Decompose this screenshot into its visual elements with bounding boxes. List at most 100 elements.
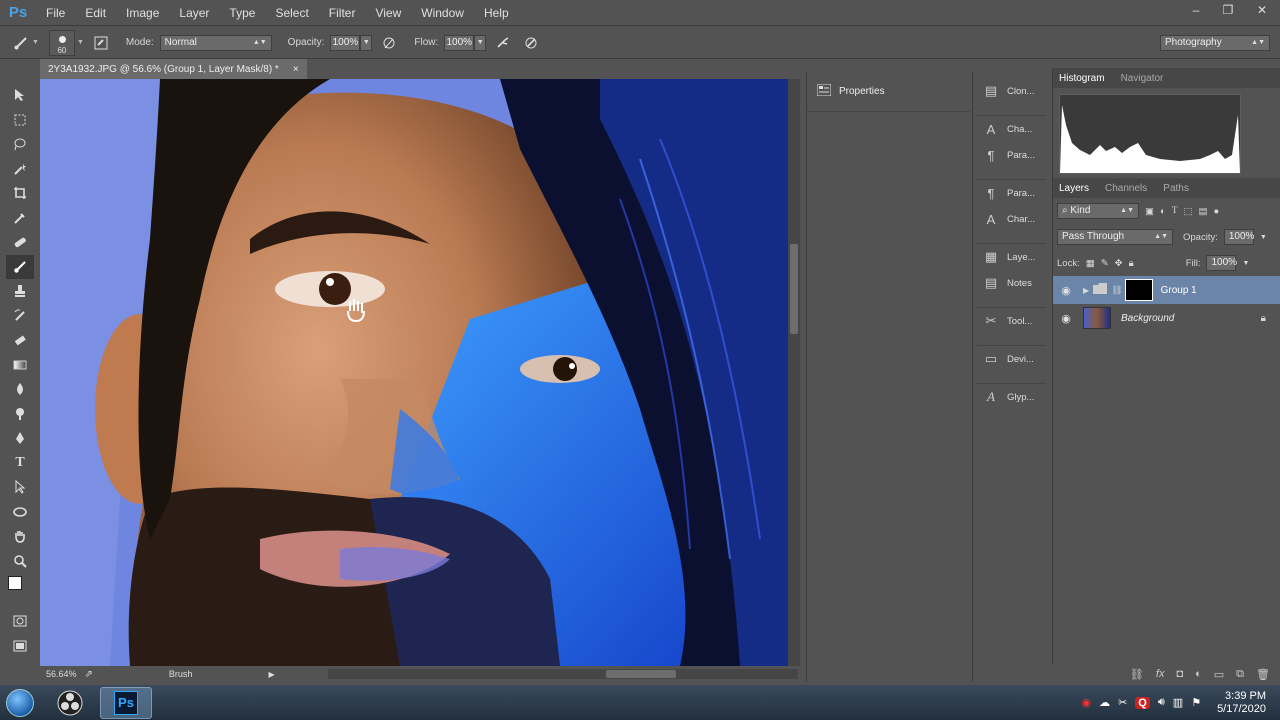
layer-row-background[interactable]: ◉ Background 🔒︎ bbox=[1053, 304, 1280, 332]
type-tool-icon[interactable]: T bbox=[6, 451, 34, 476]
filter-toggle-icon[interactable]: ● bbox=[1214, 206, 1220, 217]
add-mask-icon[interactable]: ◘ bbox=[1176, 668, 1183, 680]
vertical-scroll-thumb[interactable] bbox=[790, 244, 798, 334]
character-styles-panel-button[interactable]: A Char... bbox=[973, 206, 1050, 232]
move-tool-icon[interactable] bbox=[6, 83, 34, 108]
minimize-button[interactable]: – bbox=[1180, 0, 1212, 20]
filter-adjustment-icon[interactable]: ◐ bbox=[1160, 206, 1166, 217]
link-layers-icon[interactable]: ⛓ bbox=[1130, 668, 1144, 681]
delete-layer-icon[interactable]: 🗑︎ bbox=[1256, 668, 1270, 681]
menu-window[interactable]: Window bbox=[411, 0, 474, 26]
character-panel-button[interactable]: A Cha... bbox=[973, 116, 1050, 142]
pen-tool-icon[interactable] bbox=[6, 426, 34, 451]
marquee-tool-icon[interactable] bbox=[6, 108, 34, 133]
tab-layers[interactable]: Layers bbox=[1059, 183, 1089, 194]
mask-link-icon[interactable]: ⛓ bbox=[1111, 285, 1122, 296]
zoom-tool-icon[interactable] bbox=[6, 549, 34, 574]
filter-type-icon[interactable]: T bbox=[1172, 206, 1178, 216]
tab-channels[interactable]: Channels bbox=[1105, 183, 1147, 194]
ellipse-tool-icon[interactable] bbox=[6, 500, 34, 525]
menu-layer[interactable]: Layer bbox=[169, 0, 219, 26]
layer-row-group-1[interactable]: ◉ ▶ ⛓ Group 1 bbox=[1053, 276, 1280, 304]
layer-comps-panel-button[interactable]: ▦ Laye... bbox=[973, 244, 1050, 270]
close-tab-icon[interactable]: × bbox=[293, 64, 299, 75]
brush-panel-toggle-icon[interactable] bbox=[92, 34, 110, 52]
tab-paths[interactable]: Paths bbox=[1163, 183, 1189, 194]
paragraph-styles-panel-button[interactable]: ¶ Para... bbox=[973, 180, 1050, 206]
lock-all-icon[interactable]: 🔒︎ bbox=[1129, 258, 1134, 269]
menu-view[interactable]: View bbox=[365, 0, 411, 26]
tab-histogram[interactable]: Histogram bbox=[1059, 73, 1105, 84]
layer-filter-dropdown[interactable]: ⌕ Kind ▲▼ bbox=[1057, 203, 1139, 219]
filter-shape-icon[interactable]: ⬚ bbox=[1184, 206, 1193, 217]
layer-style-icon[interactable]: fx bbox=[1156, 668, 1165, 680]
history-brush-icon[interactable] bbox=[6, 304, 34, 329]
clone-source-panel-button[interactable]: ▤ Clon... bbox=[973, 78, 1050, 104]
notes-panel-button[interactable]: ▤ Notes bbox=[973, 270, 1050, 296]
chevron-down-icon[interactable]: ▼ bbox=[32, 39, 39, 46]
document-canvas[interactable] bbox=[40, 79, 788, 666]
crop-tool-icon[interactable] bbox=[6, 181, 34, 206]
blend-mode-dropdown[interactable]: Pass Through ▲▼ bbox=[1057, 229, 1173, 245]
glyphs-panel-button[interactable]: A Glyp... bbox=[973, 384, 1050, 410]
clone-stamp-icon[interactable] bbox=[6, 279, 34, 304]
menu-help[interactable]: Help bbox=[474, 0, 519, 26]
opacity-field[interactable]: 100% bbox=[330, 34, 361, 51]
visibility-eye-icon[interactable]: ◉ bbox=[1053, 284, 1079, 297]
gradient-tool-icon[interactable] bbox=[6, 353, 34, 378]
lock-transparent-icon[interactable]: ▦ bbox=[1086, 258, 1095, 269]
flow-field[interactable]: 100% bbox=[444, 34, 475, 51]
foreground-color-swatch[interactable] bbox=[8, 576, 22, 590]
zoom-level[interactable]: 56.64% bbox=[46, 669, 77, 679]
status-menu-arrow-icon[interactable]: ▶ bbox=[268, 670, 274, 679]
magic-wand-icon[interactable] bbox=[6, 157, 34, 182]
device-preview-panel-button[interactable]: ▭ Devi... bbox=[973, 346, 1050, 372]
layer-opacity-field[interactable]: 100% bbox=[1223, 229, 1254, 245]
tool-presets-panel-button[interactable]: ✂ Tool... bbox=[973, 308, 1050, 334]
eyedropper-icon[interactable] bbox=[6, 206, 34, 231]
visibility-eye-icon[interactable]: ◉ bbox=[1053, 312, 1079, 325]
lock-image-icon[interactable]: ✎ bbox=[1101, 258, 1109, 269]
dodge-tool-icon[interactable] bbox=[6, 402, 34, 427]
tab-navigator[interactable]: Navigator bbox=[1121, 73, 1164, 84]
brush-tool-icon[interactable] bbox=[6, 254, 34, 279]
start-button[interactable] bbox=[0, 685, 40, 720]
healing-brush-icon[interactable] bbox=[6, 230, 34, 255]
clock[interactable]: 3:39 PM 5/17/2020 bbox=[1209, 690, 1274, 716]
quick-mask-icon[interactable] bbox=[6, 609, 34, 634]
workspace-dropdown[interactable]: Photography ▲▼ bbox=[1160, 35, 1270, 51]
volume-icon[interactable]: 🔊︎ bbox=[1158, 696, 1165, 709]
screen-mode-icon[interactable] bbox=[6, 634, 34, 659]
filter-smart-object-icon[interactable]: ▤ bbox=[1199, 206, 1208, 217]
new-layer-icon[interactable]: ⧉ bbox=[1236, 668, 1244, 681]
opacity-slider-button[interactable]: ▼ bbox=[360, 34, 373, 51]
hand-tool-icon[interactable] bbox=[6, 524, 34, 549]
restore-button[interactable]: ❐ bbox=[1212, 0, 1244, 20]
action-center-icon[interactable]: ⚑ bbox=[1191, 696, 1201, 709]
filter-pixel-icon[interactable]: ▣ bbox=[1145, 206, 1154, 217]
pressure-opacity-icon[interactable] bbox=[380, 34, 398, 52]
flow-slider-button[interactable]: ▼ bbox=[474, 34, 487, 51]
paragraph-panel-button[interactable]: ¶ Para... bbox=[973, 142, 1050, 168]
horizontal-scrollbar[interactable] bbox=[328, 669, 798, 679]
fill-field[interactable]: 100% bbox=[1206, 255, 1237, 271]
menu-image[interactable]: Image bbox=[116, 0, 169, 26]
menu-edit[interactable]: Edit bbox=[75, 0, 116, 26]
close-button[interactable]: ✕ bbox=[1244, 0, 1280, 20]
menu-file[interactable]: File bbox=[36, 0, 75, 26]
path-selection-icon[interactable] bbox=[6, 475, 34, 500]
chevron-down-icon[interactable]: ▼ bbox=[1260, 234, 1267, 241]
layer-thumbnail[interactable] bbox=[1083, 307, 1111, 329]
brush-size-picker[interactable]: 60 bbox=[48, 29, 75, 56]
lock-position-icon[interactable]: ✥ bbox=[1115, 258, 1123, 269]
blur-tool-icon[interactable] bbox=[6, 377, 34, 402]
menu-type[interactable]: Type bbox=[219, 0, 265, 26]
document-tab[interactable]: 2Y3A1932.JPG @ 56.6% (Group 1, Layer Mas… bbox=[40, 59, 307, 79]
brush-tool-preset-icon[interactable] bbox=[12, 34, 30, 52]
menu-filter[interactable]: Filter bbox=[319, 0, 366, 26]
network-icon[interactable]: ▥ bbox=[1173, 696, 1183, 709]
mode-dropdown[interactable]: Normal ▲▼ bbox=[159, 34, 272, 51]
lasso-tool-icon[interactable] bbox=[6, 132, 34, 157]
tray-tool-icon[interactable]: ✂ bbox=[1118, 696, 1127, 709]
tray-app-icon[interactable]: ◉ bbox=[1081, 696, 1091, 709]
